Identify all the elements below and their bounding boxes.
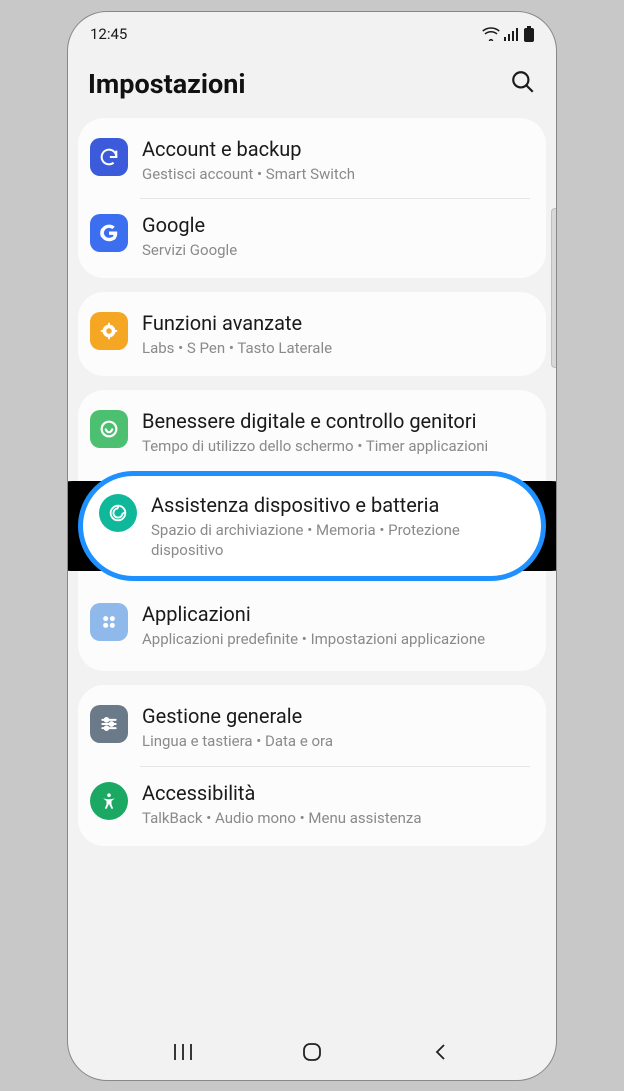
item-subtitle: Spazio di archiviazione • Memoria • Prot… bbox=[151, 520, 515, 561]
nav-bar bbox=[68, 1030, 556, 1080]
settings-group: Benessere digitale e controllo genitori … bbox=[78, 390, 546, 671]
home-button[interactable] bbox=[292, 1032, 332, 1072]
battery-icon bbox=[524, 26, 534, 42]
status-icons bbox=[482, 26, 534, 42]
settings-item-advanced[interactable]: Funzioni avanzate Labs • S Pen • Tasto L… bbox=[78, 296, 546, 372]
settings-group: Funzioni avanzate Labs • S Pen • Tasto L… bbox=[78, 292, 546, 376]
item-subtitle: Labs • S Pen • Tasto Laterale bbox=[142, 338, 530, 358]
search-button[interactable] bbox=[510, 69, 536, 99]
phone-frame: 12:45 Impostazioni Account e backup Gest… bbox=[67, 11, 557, 1081]
item-subtitle: Servizi Google bbox=[142, 240, 530, 260]
item-title: Assistenza dispositivo e batteria bbox=[151, 492, 515, 518]
item-title: Benessere digitale e controllo genitori bbox=[142, 408, 530, 434]
item-title: Accessibilità bbox=[142, 780, 530, 806]
item-title: Funzioni avanzate bbox=[142, 310, 530, 336]
recents-icon bbox=[172, 1042, 194, 1062]
settings-item-general[interactable]: Gestione generale Lingua e tastiera • Da… bbox=[78, 689, 546, 765]
settings-item-accessibility[interactable]: Accessibilità TalkBack • Audio mono • Me… bbox=[78, 766, 546, 842]
item-title: Google bbox=[142, 212, 530, 238]
settings-item-account-backup[interactable]: Account e backup Gestisci account • Smar… bbox=[78, 122, 546, 198]
accessibility-icon bbox=[90, 782, 128, 820]
page-title: Impostazioni bbox=[88, 68, 246, 100]
wellbeing-icon bbox=[90, 410, 128, 448]
item-subtitle: Tempo di utilizzo dello schermo • Timer … bbox=[142, 436, 530, 456]
settings-item-apps[interactable]: Applicazioni Applicazioni predefinite • … bbox=[78, 587, 546, 663]
wifi-icon bbox=[482, 27, 500, 41]
item-title: Gestione generale bbox=[142, 703, 530, 729]
recents-button[interactable] bbox=[163, 1032, 203, 1072]
item-subtitle: Gestisci account • Smart Switch bbox=[142, 164, 530, 184]
item-text: Applicazioni Applicazioni predefinite • … bbox=[142, 601, 530, 649]
status-bar: 12:45 bbox=[68, 16, 556, 52]
item-subtitle: TalkBack • Audio mono • Menu assistenza bbox=[142, 808, 530, 828]
item-text: Account e backup Gestisci account • Smar… bbox=[142, 136, 530, 184]
settings-list[interactable]: Account e backup Gestisci account • Smar… bbox=[68, 118, 556, 1030]
item-title: Applicazioni bbox=[142, 601, 530, 627]
highlight-outline: Assistenza dispositivo e batteria Spazio… bbox=[78, 471, 546, 582]
settings-item-wellbeing[interactable]: Benessere digitale e controllo genitori … bbox=[78, 394, 546, 470]
signal-icon bbox=[504, 27, 520, 41]
back-icon bbox=[431, 1042, 451, 1062]
item-text: Funzioni avanzate Labs • S Pen • Tasto L… bbox=[142, 310, 530, 358]
scroll-indicator[interactable] bbox=[551, 208, 557, 368]
item-text: Google Servizi Google bbox=[142, 212, 530, 260]
status-time: 12:45 bbox=[90, 25, 127, 43]
item-text: Accessibilità TalkBack • Audio mono • Me… bbox=[142, 780, 530, 828]
settings-item-device-care[interactable]: Assistenza dispositivo e batteria Spazio… bbox=[87, 478, 537, 575]
backup-icon bbox=[90, 138, 128, 176]
apps-icon bbox=[90, 603, 128, 641]
search-icon bbox=[510, 69, 536, 95]
item-text: Assistenza dispositivo e batteria Spazio… bbox=[151, 492, 515, 561]
item-subtitle: Lingua e tastiera • Data e ora bbox=[142, 731, 530, 751]
google-icon bbox=[90, 214, 128, 252]
home-icon bbox=[300, 1040, 324, 1064]
item-title: Account e backup bbox=[142, 136, 530, 162]
page-header: Impostazioni bbox=[68, 52, 556, 118]
highlighted-item-wrap: Assistenza dispositivo e batteria Spazio… bbox=[68, 471, 556, 582]
device-care-icon bbox=[99, 494, 137, 532]
settings-group: Account e backup Gestisci account • Smar… bbox=[78, 118, 546, 279]
advanced-icon bbox=[90, 312, 128, 350]
settings-item-google[interactable]: Google Servizi Google bbox=[78, 198, 546, 274]
item-text: Benessere digitale e controllo genitori … bbox=[142, 408, 530, 456]
settings-group: Gestione generale Lingua e tastiera • Da… bbox=[78, 685, 546, 846]
item-subtitle: Applicazioni predefinite • Impostazioni … bbox=[142, 629, 530, 649]
item-text: Gestione generale Lingua e tastiera • Da… bbox=[142, 703, 530, 751]
general-icon bbox=[90, 705, 128, 743]
back-button[interactable] bbox=[421, 1032, 461, 1072]
